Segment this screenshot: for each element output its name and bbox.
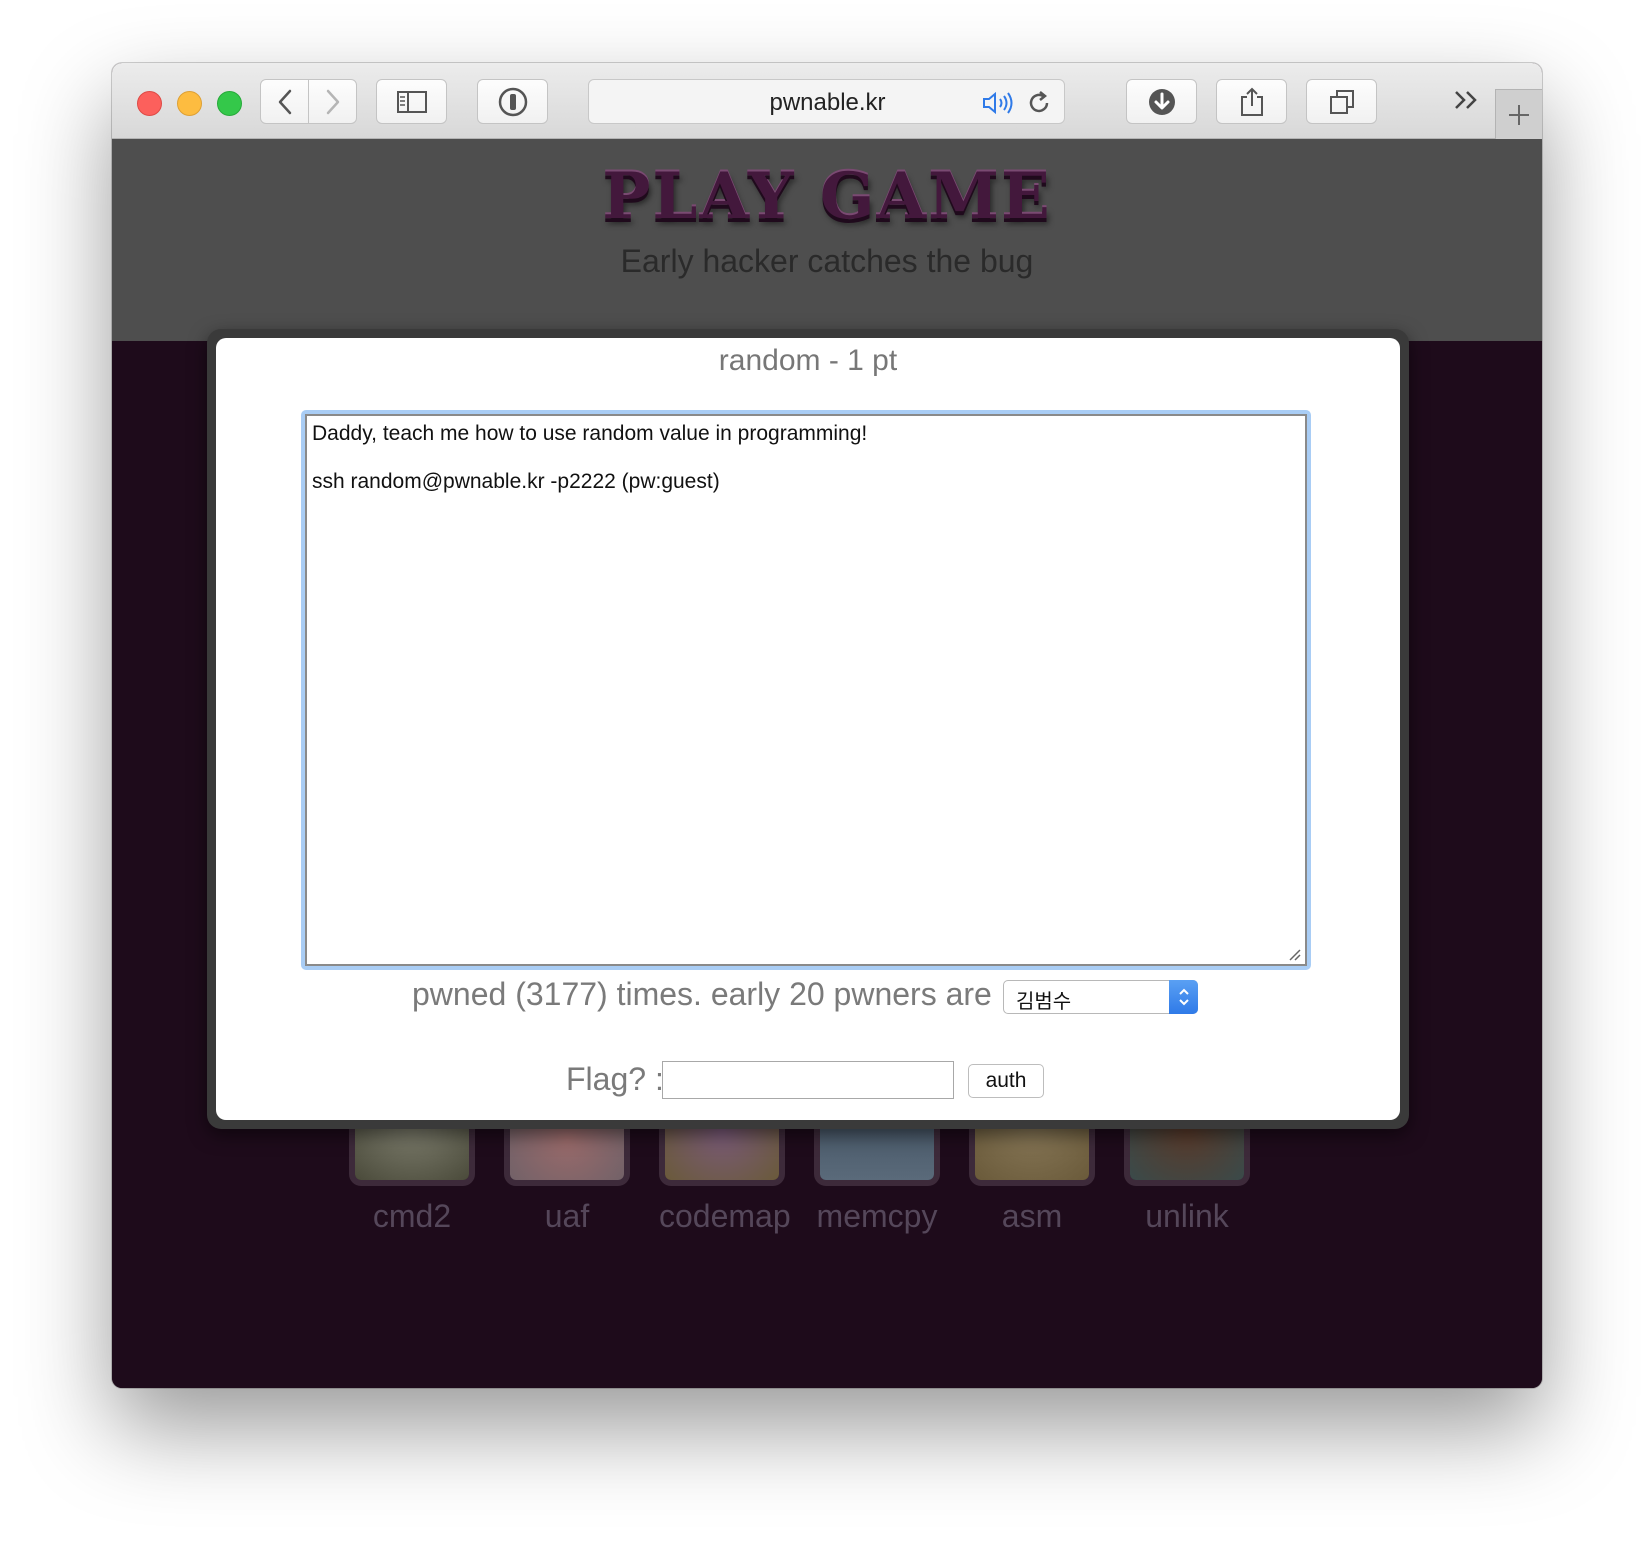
share-button[interactable] [1216,79,1287,124]
address-bar[interactable]: pwnable.kr [588,79,1065,124]
download-icon [1148,88,1175,115]
challenge-description[interactable]: Daddy, teach me how to use random value … [305,414,1307,966]
downloads-button[interactable] [1126,79,1197,124]
back-icon [278,89,291,114]
early-pwners-select[interactable]: 김범수 [1003,980,1198,1014]
back-button[interactable] [260,79,309,124]
sidebar-button[interactable] [376,79,447,124]
overflow-icon[interactable] [1454,89,1480,111]
browser-toolbar: pwnable.kr [112,63,1542,139]
password-manager-button[interactable] [477,79,548,124]
tabs-icon [1329,89,1354,114]
auth-button[interactable]: auth [968,1064,1044,1098]
new-tab-icon [1509,104,1529,125]
challenge-name[interactable]: uaf [504,1198,630,1235]
close-window-button[interactable] [137,91,162,116]
new-tab-button[interactable] [1495,89,1542,139]
forward-button[interactable] [308,79,357,124]
pwned-count-text: pwned (3177) times. early 20 pwners are … [412,976,1010,1012]
share-icon [1240,87,1263,116]
tabs-overview-button[interactable] [1306,79,1377,124]
challenge-name[interactable]: codemap [659,1198,791,1235]
challenge-name[interactable]: asm [969,1198,1095,1235]
challenge-name[interactable]: unlink [1124,1198,1250,1235]
browser-window: pwnable.kr PLAY GAME Early hacker catche… [112,63,1542,1388]
sidebar-icon [396,90,427,113]
select-arrows-icon[interactable] [1169,980,1198,1014]
selected-pwner: 김범수 [1016,989,1072,1013]
page-header: PLAY GAME Early hacker catches the bug [112,139,1542,341]
reload-icon[interactable] [1026,90,1052,116]
password-manager-icon [498,87,527,116]
resize-handle-icon[interactable] [1287,947,1301,961]
forward-icon [326,89,339,114]
zoom-window-button[interactable] [217,91,242,116]
audio-icon[interactable] [982,91,1016,115]
challenge-name[interactable]: cmd2 [349,1198,475,1235]
site-logo-title: PLAY GAME [602,159,1052,234]
challenge-title: random - 1 pt [718,344,898,377]
site-tagline: Early hacker catches the bug [620,243,1034,279]
challenge-modal: random - 1 pt Daddy, teach me how to use… [216,338,1400,1120]
flag-input[interactable] [662,1061,954,1099]
pwned-row: pwned (3177) times. early 20 pwners are … [216,976,1400,1016]
flag-label: Flag? : [566,1061,664,1097]
description-focus-ring: Daddy, teach me how to use random value … [301,410,1311,970]
challenge-name[interactable]: memcpy [814,1198,940,1235]
minimize-window-button[interactable] [177,91,202,116]
